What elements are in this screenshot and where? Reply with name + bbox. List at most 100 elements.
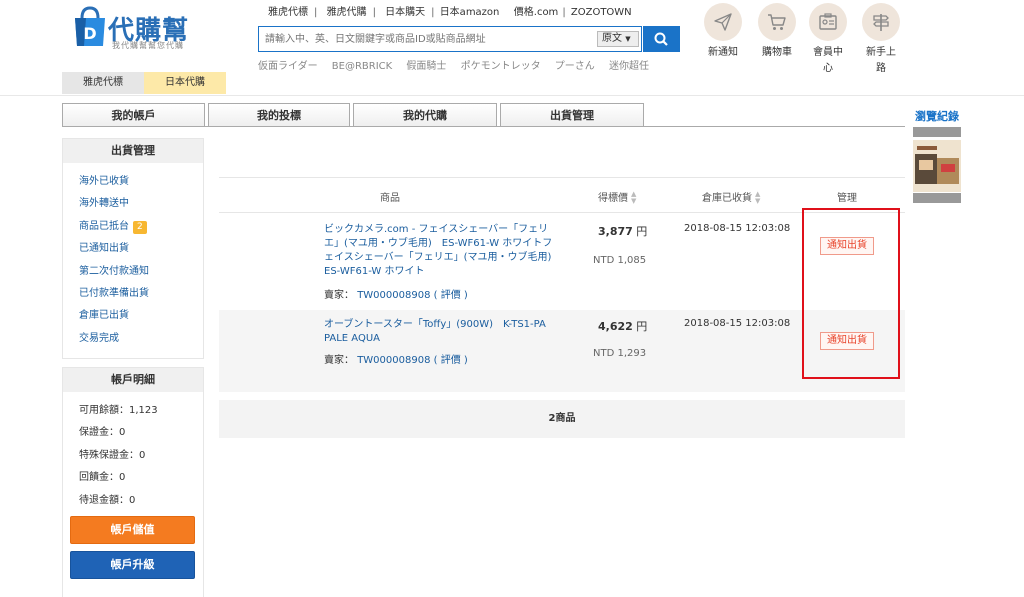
- browse-history-title[interactable]: 瀏覽紀錄: [915, 108, 959, 124]
- search-input[interactable]: [259, 27, 589, 51]
- search-icon: [654, 32, 668, 46]
- history-product-thumbnail[interactable]: [913, 140, 961, 192]
- tab-my-account[interactable]: 我的帳戶: [62, 103, 205, 127]
- signpost-icon: [873, 14, 889, 31]
- sort-icon: ▲ ▼: [755, 190, 761, 205]
- nav-notifications[interactable]: 新通知: [701, 3, 745, 61]
- site-logo[interactable]: D 代購幫 我代購幫幫您代購: [72, 6, 212, 54]
- seller-review-link[interactable]: ( 評價 ): [434, 290, 468, 301]
- nav-label-line: 新手上: [866, 47, 896, 58]
- price-value: 4,622: [598, 320, 633, 333]
- hot-keyword[interactable]: 仮面ライダー: [258, 61, 318, 72]
- sidebar-item-overseas-transit[interactable]: 海外轉送中: [63, 193, 203, 215]
- sidebar-item-paid-preparing[interactable]: 已付款準備出貨: [63, 283, 203, 305]
- account-available-balance: 可用餘額：1,123: [79, 405, 158, 416]
- nav-label: 購物車: [762, 47, 792, 58]
- history-scroll-up[interactable]: [913, 127, 961, 137]
- sort-icon: ▲ ▼: [631, 190, 637, 205]
- sidebar-item-label: 商品已抵台: [79, 220, 129, 232]
- sidebar-shipping-menu: 出貨管理 海外已收貨 海外轉送中 商品已抵台 2 已通知出貨 第二次付款通知 已付…: [62, 138, 204, 359]
- top-links: 雅虎代標 | 雅虎代購 | 日本購天 | 日本amazon 價格.com | ZOZOT…: [268, 7, 632, 18]
- account-pending-refund: 待退金額：0: [79, 494, 136, 506]
- seller-label: 賣家：: [324, 290, 354, 301]
- seller-info: 賣家： TW000008908 ( 評價 ): [324, 351, 468, 366]
- top-link-rakuten[interactable]: 日本購天: [385, 7, 425, 18]
- sidebar-item-overseas-received[interactable]: 海外已收貨: [63, 171, 203, 193]
- nav-label-line: 會員中: [813, 47, 843, 58]
- product-name-link[interactable]: ビックカメラ.com - フェイスシェーバー「フェリエ」(マユ用・ウブ毛用) E…: [324, 223, 561, 279]
- cart-icon: [768, 14, 786, 30]
- sidebar-item-warehouse-shipped[interactable]: 倉庫已出貨: [63, 305, 203, 327]
- notify-shipment-button[interactable]: 通知出貨: [820, 237, 874, 255]
- sidebar-item-label: 交易完成: [79, 332, 119, 344]
- top-link-yahoo-bid[interactable]: 雅虎代標: [268, 7, 308, 18]
- ntd-price: NTD 1,293: [593, 348, 647, 359]
- sidebar-item-label: 海外已收貨: [79, 176, 129, 187]
- seller-review-link[interactable]: ( 評價 ): [434, 355, 468, 366]
- hot-keyword[interactable]: 假面騎士: [406, 61, 446, 72]
- nav-label: 新通知: [708, 47, 738, 58]
- top-link-kakaku[interactable]: 價格.com: [514, 7, 559, 18]
- account-deposit: 保證金：0: [79, 427, 126, 439]
- nav-label: 新手上 路: [859, 45, 903, 77]
- tab-my-bids[interactable]: 我的投標: [208, 103, 350, 127]
- hot-keyword[interactable]: 迷你超任: [609, 61, 649, 72]
- top-link-zozotown[interactable]: ZOZOTOWN: [571, 7, 632, 18]
- seller-info: 賣家： TW000008908 ( 評價 ): [324, 286, 468, 301]
- region-tab-japan[interactable]: 日本代購: [144, 72, 226, 94]
- upgrade-account-button[interactable]: 帳戶升級: [70, 551, 195, 579]
- winning-price: 4,622 円: [598, 318, 647, 334]
- search-bar: 原文 ▼: [258, 26, 642, 52]
- seller-label: 賣家：: [324, 355, 354, 366]
- header-divider: [0, 95, 1024, 96]
- notify-shipment-button[interactable]: 通知出貨: [820, 332, 874, 350]
- product-name-link[interactable]: オーブントースター「Toffy」(900W) K-TS1-PA PALE AQU…: [324, 318, 559, 346]
- logo-subtitle: 我代購幫幫您代購: [112, 41, 184, 50]
- seller-id-link[interactable]: TW000008908: [357, 290, 430, 301]
- sidebar-item-shipment-notified[interactable]: 已通知出貨: [63, 238, 203, 260]
- sidebar-item-arrived-taiwan[interactable]: 商品已抵台 2: [63, 216, 203, 238]
- shopping-bag-logo-icon: D: [75, 6, 105, 46]
- member-card-icon: [819, 13, 837, 30]
- received-date: 2018-08-15 12:03:08: [684, 318, 791, 329]
- sidebar-item-label: 第二次付款通知: [79, 265, 149, 277]
- sidebar-item-second-payment[interactable]: 第二次付款通知: [63, 261, 203, 283]
- account-rewards: 回饋金：0: [79, 472, 126, 484]
- sidebar-item-label: 已通知出貨: [79, 243, 129, 255]
- ntd-price: NTD 1,085: [593, 255, 647, 266]
- region-tab-yahoo[interactable]: 雅虎代標: [62, 72, 144, 94]
- sidebar-item-completed[interactable]: 交易完成: [63, 328, 203, 350]
- hot-keyword[interactable]: プーさん: [555, 61, 595, 72]
- top-link-amazon[interactable]: 日本amazon: [440, 7, 500, 18]
- deposit-button[interactable]: 帳戶儲值: [70, 516, 195, 544]
- sidebar-item-label: 海外轉送中: [79, 198, 129, 210]
- nav-beginner-guide[interactable]: 新手上 路: [859, 3, 903, 77]
- received-date: 2018-08-15 12:03:08: [684, 223, 791, 234]
- hot-keywords: 仮面ライダー BE@RBRICK 假面騎士 ポケモントレッタ プーさん 迷你超任: [258, 57, 660, 72]
- tab-my-purchases[interactable]: 我的代購: [353, 103, 497, 127]
- price-currency: 円: [636, 320, 648, 333]
- price-currency: 円: [636, 225, 648, 238]
- language-select[interactable]: 原文 ▼: [597, 31, 639, 47]
- nav-label-line: 路: [876, 63, 886, 74]
- nav-member-center[interactable]: 會員中 心: [806, 3, 850, 77]
- product-thumbnail-image: [913, 140, 961, 192]
- hot-keyword[interactable]: BE@RBRICK: [332, 61, 392, 72]
- seller-id-link[interactable]: TW000008908: [357, 355, 430, 366]
- tabs-divider: [62, 126, 905, 127]
- hot-keyword[interactable]: ポケモントレッタ: [461, 61, 541, 72]
- chevron-down-icon: ▼: [625, 35, 631, 43]
- nav-label: 會員中 心: [806, 45, 850, 77]
- paper-plane-icon: [714, 13, 732, 31]
- sidebar-account-title: 帳戶明細: [63, 368, 203, 392]
- search-button[interactable]: [643, 26, 680, 52]
- header-manage: 管理: [837, 193, 857, 204]
- tab-shipping-management[interactable]: 出貨管理: [500, 103, 644, 127]
- table-row: オーブントースター「Toffy」(900W) K-TS1-PA PALE AQU…: [219, 310, 905, 392]
- top-link-yahoo-buy[interactable]: 雅虎代購: [327, 7, 367, 18]
- header-received[interactable]: 倉庫已收貨 ▲ ▼: [702, 189, 760, 205]
- history-scroll-down[interactable]: [913, 193, 961, 203]
- nav-cart[interactable]: 購物車: [755, 3, 799, 61]
- header-price[interactable]: 得標價 ▲ ▼: [598, 189, 636, 205]
- sidebar-item-label: 倉庫已出貨: [79, 310, 129, 322]
